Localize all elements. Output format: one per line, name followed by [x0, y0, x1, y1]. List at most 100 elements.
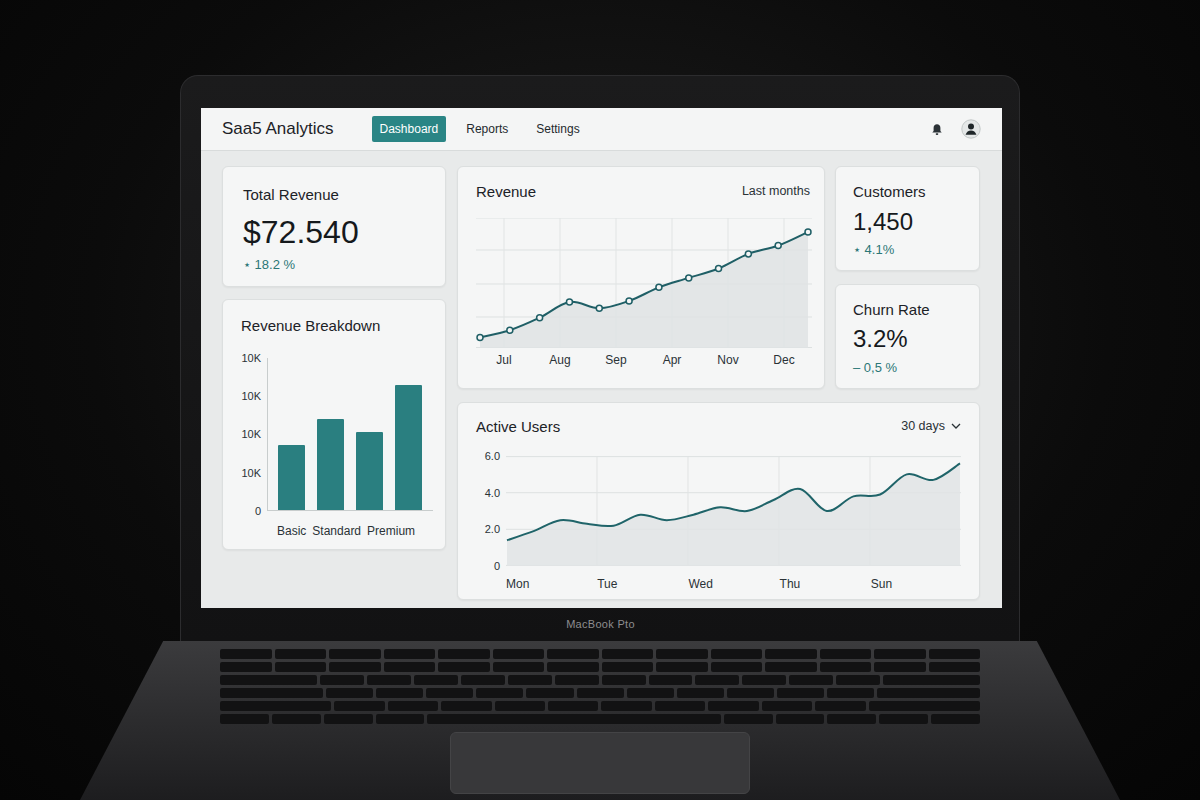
keyboard-key[interactable] [877, 688, 980, 698]
trackpad[interactable] [450, 732, 750, 794]
keyboard-key[interactable] [220, 662, 272, 672]
keyboard-key[interactable] [275, 649, 327, 659]
keyboard-key[interactable] [708, 701, 758, 711]
keyboard-key[interactable] [577, 688, 624, 698]
keyboard-key[interactable] [695, 675, 739, 685]
keyboard-key[interactable] [326, 688, 373, 698]
keyboard-key[interactable] [376, 688, 423, 698]
keyboard-key[interactable] [526, 688, 573, 698]
keyboard-key[interactable] [762, 701, 812, 711]
keyboard-key[interactable] [220, 688, 323, 698]
keyboard-key[interactable] [602, 649, 654, 659]
keyboard-key[interactable] [329, 649, 381, 659]
keyboard-key[interactable] [547, 649, 599, 659]
keyboard-key[interactable] [508, 675, 552, 685]
keyboard-key[interactable] [711, 649, 763, 659]
keyboard-key[interactable] [820, 662, 872, 672]
top-row: RevenueLast monthsJulAugSepAprNovDec Cus… [457, 166, 980, 389]
keyboard-key[interactable] [765, 649, 817, 659]
keyboard-key[interactable] [493, 662, 545, 672]
keyboard-key[interactable] [388, 701, 438, 711]
keyboard-key[interactable] [815, 701, 865, 711]
keyboard-key[interactable] [869, 701, 980, 711]
keyboard-key[interactable] [367, 675, 411, 685]
keyboard-key[interactable] [438, 662, 490, 672]
keyboard-key[interactable] [275, 662, 327, 672]
keyboard-key[interactable] [929, 649, 981, 659]
keyboard-key[interactable] [220, 701, 331, 711]
keyboard-key[interactable] [220, 649, 272, 659]
nav-tab[interactable]: Dashboard [372, 116, 447, 142]
user-avatar-icon[interactable] [961, 119, 981, 139]
keyboard-key[interactable] [820, 649, 872, 659]
keyboard-key[interactable] [376, 714, 425, 724]
keyboard-key[interactable] [711, 662, 763, 672]
right-column: RevenueLast monthsJulAugSepAprNovDec Cus… [457, 166, 980, 600]
keyboard-key[interactable] [874, 649, 926, 659]
brand-name: Saa5 Analytics [222, 116, 334, 142]
keyboard-key[interactable] [931, 714, 980, 724]
keyboard-key[interactable] [548, 701, 598, 711]
keyboard-key[interactable] [827, 688, 874, 698]
revenue-bar[interactable] [356, 432, 383, 510]
keyboard-key[interactable] [555, 675, 599, 685]
keyboard-key[interactable] [789, 675, 833, 685]
revenue-point [566, 298, 572, 304]
range-label[interactable]: Last months [742, 182, 810, 201]
keyboard-key[interactable] [220, 675, 317, 685]
keyboard-key[interactable] [495, 701, 545, 711]
keyboard-key[interactable] [879, 714, 928, 724]
notification-bell-icon[interactable] [929, 121, 945, 137]
x-axis-label: Wed [688, 577, 779, 591]
keyboard-key[interactable] [220, 714, 269, 724]
keyboard-key[interactable] [827, 714, 876, 724]
keyboard-key[interactable] [329, 662, 381, 672]
keyboard-key[interactable] [438, 649, 490, 659]
keyboard-key[interactable] [602, 675, 646, 685]
keyboard-key[interactable] [427, 714, 720, 724]
keyboard-key[interactable] [627, 688, 674, 698]
keyboard-key[interactable] [765, 662, 817, 672]
keyboard-key[interactable] [874, 662, 926, 672]
nav-tab[interactable]: Settings [528, 116, 587, 142]
keyboard-key[interactable] [727, 688, 774, 698]
keyboard-key[interactable] [836, 675, 880, 685]
keyboard-key[interactable] [602, 662, 654, 672]
keyboard-key[interactable] [649, 675, 693, 685]
keyboard-key[interactable] [426, 688, 473, 698]
revenue-point [745, 250, 751, 256]
keyboard-key[interactable] [655, 701, 705, 711]
keyboard-key[interactable] [334, 701, 384, 711]
keyboard-key[interactable] [724, 714, 773, 724]
keyboard-key[interactable] [776, 714, 825, 724]
keyboard-key[interactable] [547, 662, 599, 672]
keyboard-key[interactable] [384, 649, 436, 659]
metric-value: 1,450 [853, 208, 967, 237]
range-dropdown[interactable]: 30 days [901, 417, 961, 436]
keyboard-key[interactable] [461, 675, 505, 685]
nav-tab[interactable]: Reports [458, 116, 516, 142]
keyboard-key[interactable] [493, 649, 545, 659]
keyboard-key[interactable] [883, 675, 980, 685]
navbar-actions [929, 119, 981, 139]
keyboard-key[interactable] [324, 714, 373, 724]
keyboard-key[interactable] [476, 688, 523, 698]
keyboard-key[interactable] [656, 649, 708, 659]
keyboard-key[interactable] [777, 688, 824, 698]
metric-change: ⋆ 4.1% [853, 240, 967, 260]
keyboard-key[interactable] [929, 662, 981, 672]
revenue-bar[interactable] [317, 419, 344, 510]
revenue-bar[interactable] [395, 385, 422, 510]
revenue-bar[interactable] [278, 445, 305, 510]
keyboard-key[interactable] [656, 662, 708, 672]
main-nav: Dashboard Reports Settings [372, 116, 588, 142]
y-axis-label: 6.0 [476, 449, 500, 463]
keyboard-key[interactable] [320, 675, 364, 685]
keyboard-key[interactable] [441, 701, 491, 711]
keyboard-key[interactable] [677, 688, 724, 698]
keyboard-key[interactable] [272, 714, 321, 724]
keyboard-key[interactable] [384, 662, 436, 672]
keyboard-key[interactable] [601, 701, 651, 711]
keyboard-key[interactable] [414, 675, 458, 685]
keyboard-key[interactable] [742, 675, 786, 685]
